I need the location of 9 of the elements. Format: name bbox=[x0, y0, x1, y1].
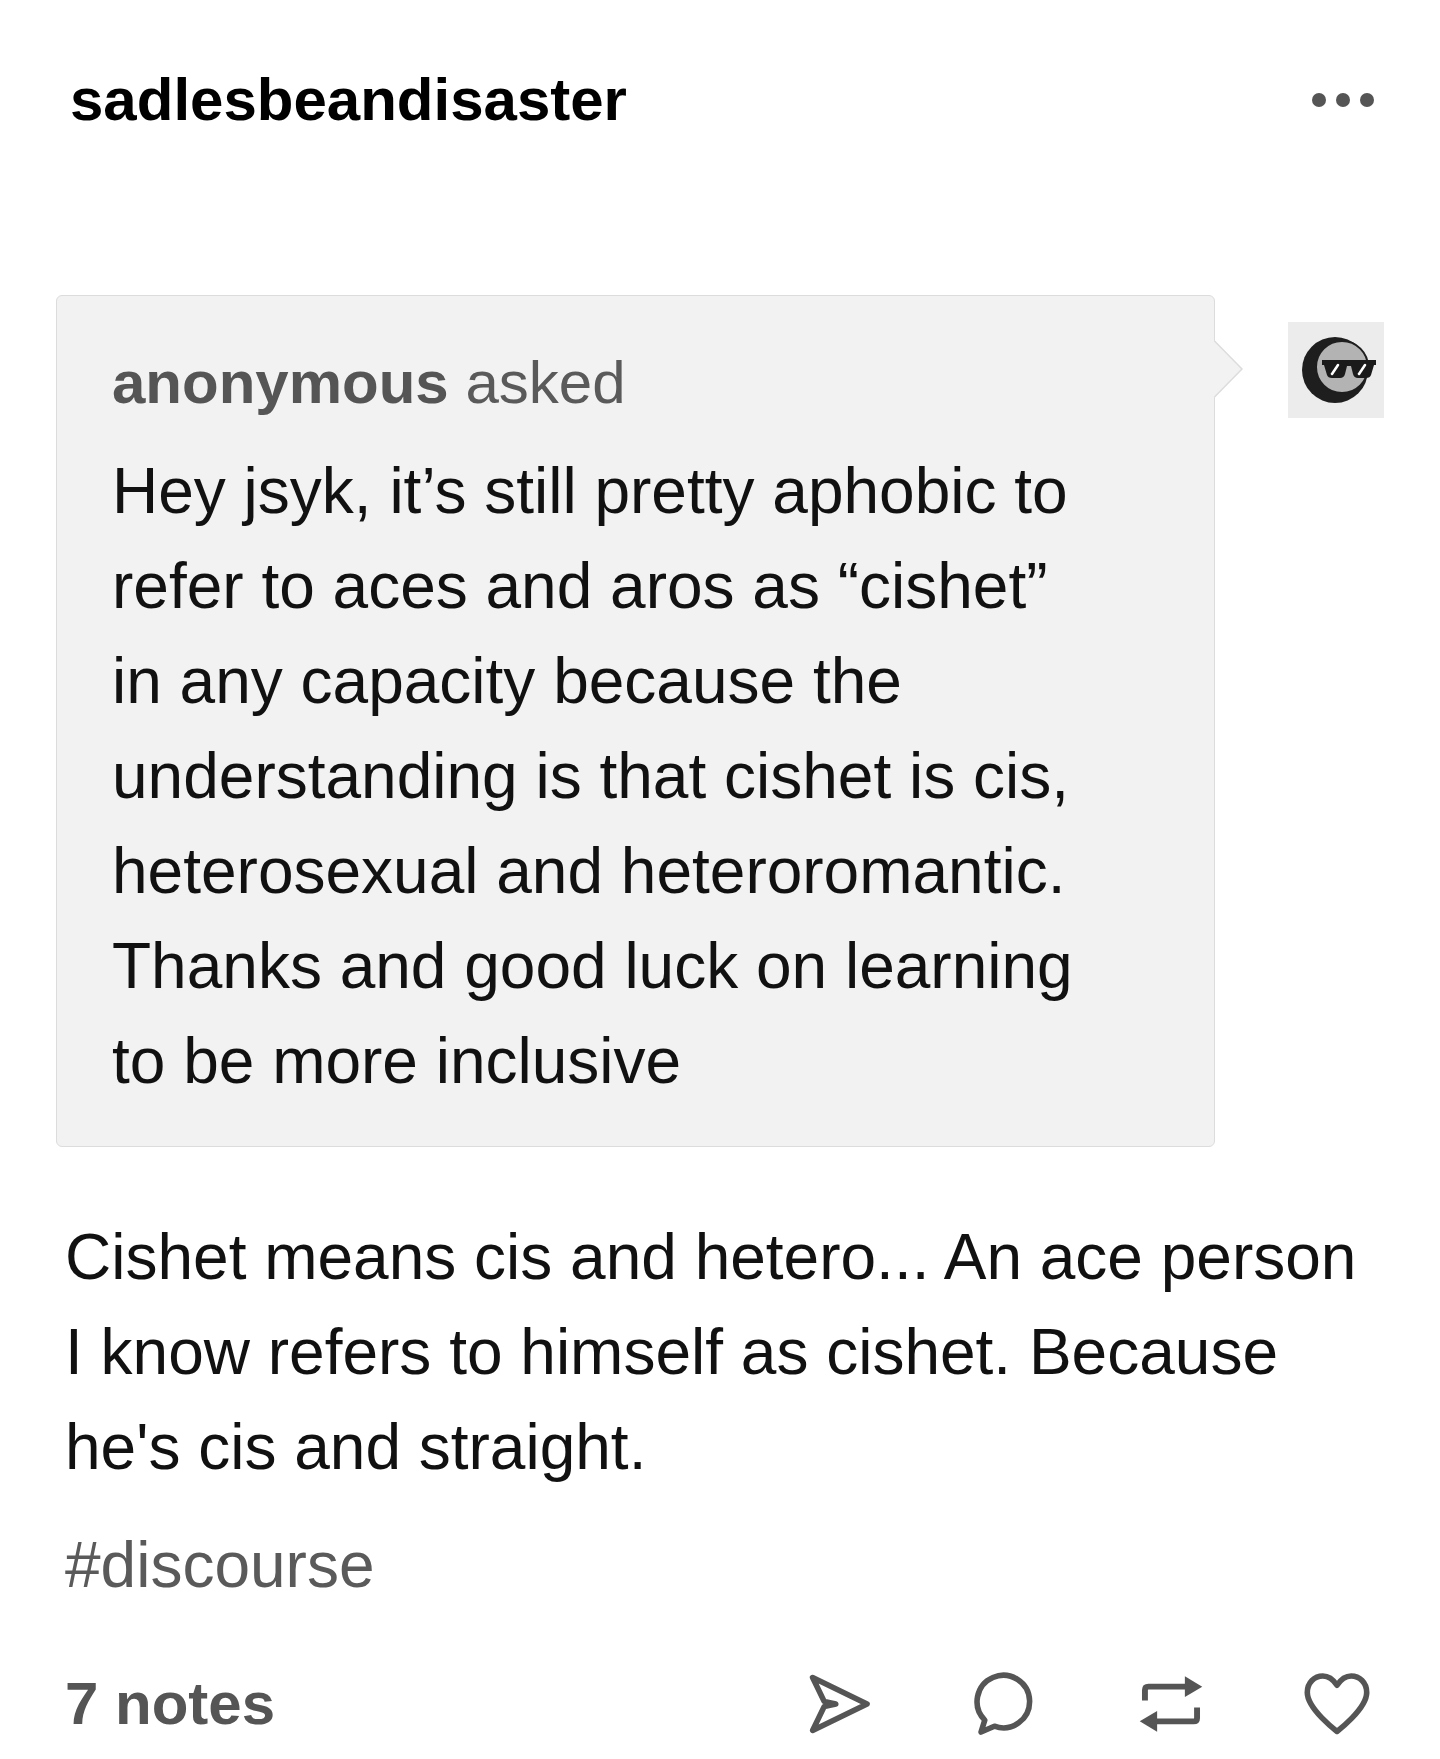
more-options-icon[interactable] bbox=[1311, 92, 1375, 108]
tag-link[interactable]: #discourse bbox=[65, 1518, 375, 1613]
blog-name[interactable]: sadlesbeandisaster bbox=[70, 64, 627, 136]
notes-count[interactable]: 7 notes bbox=[65, 1668, 276, 1740]
sunglasses-avatar-icon[interactable] bbox=[1288, 322, 1384, 418]
question-text: Hey jsyk, it’s still pretty aphobic to refer to aces and aros as “cishet” in any capacity because the understanding is that cishet is cis, heterosexual and heteroromantic. Thanks and good luck on learning to be more inclusive bbox=[112, 454, 1074, 1099]
heart-icon[interactable] bbox=[1304, 1672, 1370, 1736]
asker-line: anonymous asked bbox=[112, 348, 627, 418]
answer-text: Cishet means cis and hetero... An ace person I know refers to himself as cishet. Because he's cis and straight. bbox=[65, 1220, 1358, 1485]
